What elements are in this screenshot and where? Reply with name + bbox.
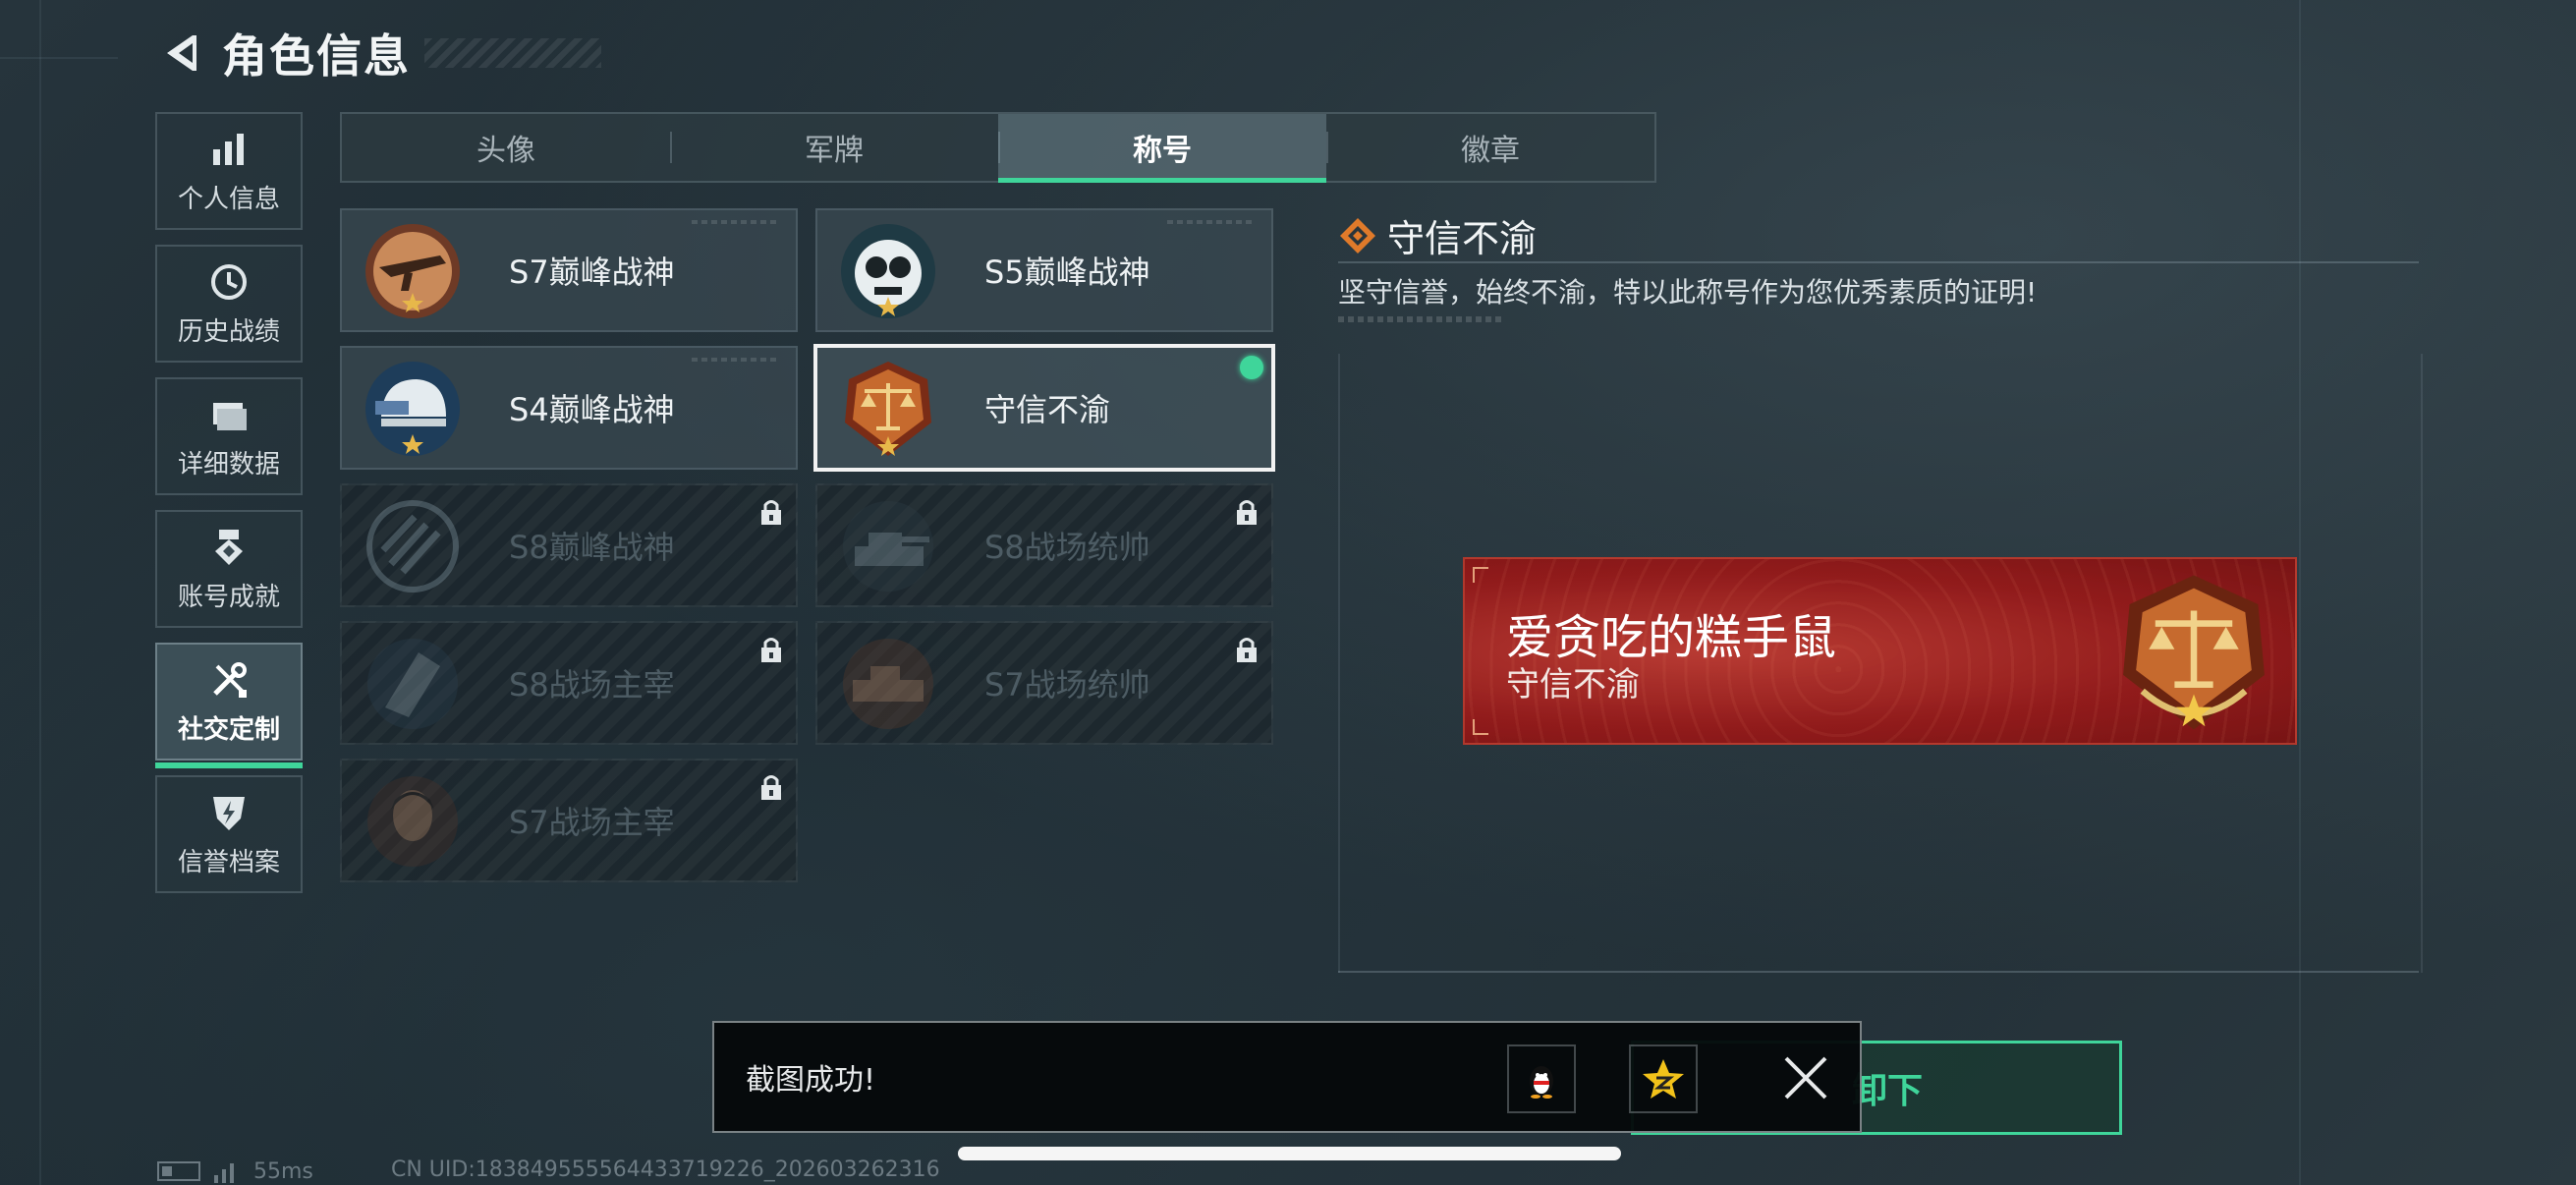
decor-line	[0, 57, 118, 59]
lock-icon	[1237, 500, 1257, 525]
tab-avatar[interactable]: 头像	[342, 114, 670, 181]
title-card-label: S8战场统帅	[984, 529, 1150, 566]
soldier-portrait-emblem-icon	[367, 776, 458, 867]
sidebar-item-label: 个人信息	[177, 184, 280, 214]
title-decoration	[424, 38, 601, 68]
banner-corner	[1473, 719, 1488, 735]
sidebar-item-label: 社交定制	[177, 714, 280, 745]
tab-dogtag[interactable]: 军牌	[670, 114, 998, 181]
lock-icon	[761, 638, 781, 662]
sidebar-item-label: 详细数据	[177, 449, 280, 480]
equipped-indicator	[1240, 356, 1263, 379]
share-qq-button[interactable]	[1507, 1044, 1576, 1113]
title-card[interactable]: S5巅峰战神	[815, 208, 1273, 332]
close-icon[interactable]	[1780, 1052, 1831, 1103]
banner-corner	[1473, 567, 1488, 583]
detail-divider	[1338, 261, 2419, 263]
ping-value: 55ms	[253, 1158, 313, 1184]
screenshot-toast: 截图成功!	[712, 1021, 1862, 1133]
armored-vehicle-emblem-icon	[843, 639, 933, 729]
title-card-label: S7巅峰战神	[509, 254, 675, 291]
page-title: 角色信息	[222, 29, 411, 83]
detail-description: 坚守信誉，始终不渝，特以此称号作为您优秀素质的证明!	[1338, 276, 2038, 309]
signal-icon	[214, 1163, 234, 1183]
lock-icon	[761, 500, 781, 525]
scales-of-justice-emblem-icon	[2123, 575, 2265, 730]
toast-message: 截图成功!	[746, 1063, 876, 1098]
tab-title[interactable]: 称号	[998, 114, 1326, 183]
page-header: 角色信息	[157, 24, 601, 83]
title-card-selected[interactable]: 守信不渝	[813, 344, 1275, 472]
wrench-screwdriver-icon	[213, 661, 247, 698]
title-card-label: S5巅峰战神	[984, 254, 1150, 291]
card-decoration	[692, 358, 780, 362]
lock-icon	[761, 775, 781, 800]
rifle-emblem-icon	[365, 224, 460, 318]
folder-icon	[213, 402, 247, 430]
detail-decoration	[1338, 316, 1505, 322]
battery-icon	[157, 1161, 200, 1181]
shield-bolt-icon	[213, 796, 245, 830]
card-decoration	[1167, 220, 1256, 224]
title-card-label: S4巅峰战神	[509, 391, 675, 428]
diamond-title-icon	[1340, 217, 1375, 254]
card-decoration	[692, 220, 780, 224]
sidebar-item-label: 信誉档案	[177, 847, 280, 877]
decor-line	[39, 0, 41, 1185]
sidebar-item-details[interactable]: 详细数据	[155, 377, 303, 495]
status-bar: 55ms	[157, 1157, 313, 1185]
share-qzone-button[interactable]	[1629, 1044, 1698, 1113]
sidebar: 个人信息 历史战绩 详细数据 账号成就 社交定制 信誉档案	[155, 112, 305, 908]
title-card-locked[interactable]: S8战场主宰	[340, 621, 798, 745]
title-card-locked[interactable]: S7战场主宰	[340, 759, 798, 882]
title-banner-preview: 爱贪吃的糕手鼠 守信不渝	[1463, 557, 2297, 745]
sidebar-item-label: 账号成就	[177, 582, 280, 612]
uid-text: CN UID:1838495555644337192​26_2026032623…	[391, 1157, 940, 1182]
tank-emblem-icon	[843, 501, 933, 592]
title-card-locked[interactable]: S8战场统帅	[815, 483, 1273, 607]
title-card-locked[interactable]: S7战场统帅	[815, 621, 1273, 745]
title-card-label: S7战场主宰	[509, 804, 675, 841]
sidebar-item-achievements[interactable]: 账号成就	[155, 510, 303, 628]
title-card-label: S8巅峰战神	[509, 529, 675, 566]
building-emblem-icon	[367, 639, 458, 729]
title-card-label: S7战场统帅	[984, 666, 1150, 704]
banner-title: 守信不渝	[1506, 665, 1640, 705]
home-indicator[interactable]	[958, 1147, 1621, 1160]
title-card[interactable]: S7巅峰战神	[340, 208, 798, 332]
sidebar-item-history[interactable]: 历史战绩	[155, 245, 303, 363]
title-card-locked[interactable]: S8巅峰战神	[340, 483, 798, 607]
sidebar-item-social-custom[interactable]: 社交定制	[155, 643, 303, 768]
title-card-label: 守信不渝	[984, 391, 1111, 428]
skull-goggles-emblem-icon	[841, 224, 935, 318]
sidebar-item-credit[interactable]: 信誉档案	[155, 775, 303, 893]
stripes-emblem-icon	[366, 500, 459, 592]
qzone-star-icon	[1643, 1059, 1684, 1099]
tab-bar: 头像 军牌 称号 徽章	[340, 112, 1656, 183]
lock-icon	[1237, 638, 1257, 662]
bar-chart-icon	[213, 133, 244, 165]
tab-badge[interactable]: 徽章	[1326, 114, 1654, 181]
medal-icon	[215, 529, 243, 565]
title-card[interactable]: S4巅峰战神	[340, 346, 798, 470]
scales-of-justice-emblem-icon	[845, 362, 931, 456]
unequip-label: 卸下	[1851, 1071, 1923, 1111]
sidebar-item-profile[interactable]: 个人信息	[155, 112, 303, 230]
helmet-emblem-icon	[365, 362, 460, 456]
back-arrow-icon[interactable]	[157, 29, 204, 77]
title-card-label: S8战场主宰	[509, 666, 675, 704]
preview-divider	[1338, 971, 2419, 973]
detail-title: 守信不渝	[1338, 208, 1537, 262]
history-clock-icon	[211, 263, 247, 300]
detail-title-text: 守信不渝	[1387, 217, 1538, 260]
sidebar-item-label: 历史战绩	[177, 316, 280, 347]
qq-penguin-icon	[1530, 1066, 1553, 1099]
